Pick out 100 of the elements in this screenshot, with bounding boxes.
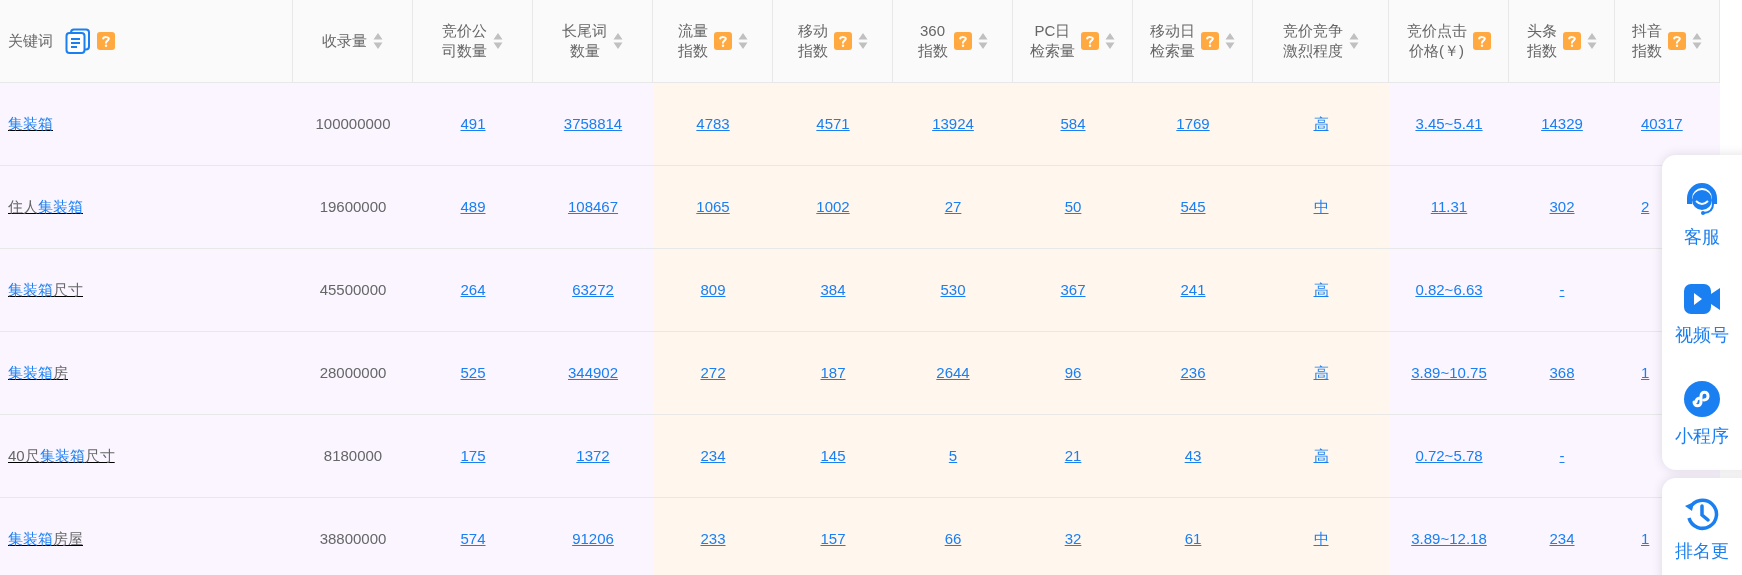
column-header[interactable]: PC日 检索量 [1013,0,1133,83]
column-header[interactable]: 竞价公 司数量 [413,0,533,83]
value-link[interactable]: 32 [1064,527,1082,551]
value-link[interactable]: 1769 [1176,112,1210,136]
value-link[interactable]: 525 [460,361,486,385]
help-icon[interactable] [1668,32,1686,50]
value-link[interactable]: - [1559,278,1565,302]
value-link[interactable]: 187 [820,361,846,385]
value-link[interactable]: 108467 [567,195,619,219]
value-link[interactable]: 1 [1641,527,1650,551]
column-header[interactable]: 关键词 [0,0,293,83]
value-link[interactable]: 中 [1313,527,1329,551]
value-link[interactable]: 1 [1641,361,1650,385]
value-link[interactable]: 545 [1180,195,1206,219]
side-panel-button[interactable]: 排名更 [1662,486,1742,573]
value-link[interactable]: 234 [700,444,726,468]
sort-icon[interactable] [613,32,623,50]
value-link[interactable]: 4571 [816,112,850,136]
value-link[interactable]: 61 [1184,527,1202,551]
value-link[interactable]: 272 [700,361,726,385]
value-link[interactable]: 3758814 [563,112,623,136]
value-link[interactable]: 530 [940,278,966,302]
value-link[interactable]: 14329 [1541,112,1583,136]
value-link[interactable]: 491 [460,112,486,136]
column-header[interactable]: 360 指数 [893,0,1013,83]
value-link[interactable]: 高 [1313,112,1329,136]
value-link[interactable]: 50 [1064,195,1082,219]
column-header[interactable]: 移动 指数 [773,0,893,83]
value-link[interactable]: 63272 [572,278,614,302]
help-icon[interactable] [1562,32,1581,50]
column-header[interactable]: 竞价点击 价格(￥) [1389,0,1509,83]
value-link[interactable]: 66 [944,527,962,551]
value-link[interactable]: 中 [1313,195,1329,219]
value-link[interactable]: 809 [700,278,726,302]
value-link[interactable]: 1002 [816,195,850,219]
help-icon[interactable] [833,32,852,50]
value-link[interactable]: 43 [1184,444,1202,468]
value-link[interactable]: 1372 [576,444,610,468]
sort-icon[interactable] [737,32,748,50]
help-icon[interactable] [1081,32,1099,50]
value-link[interactable]: 高 [1313,361,1329,385]
value-link[interactable]: 5 [948,444,958,468]
column-header[interactable]: 长尾词 数量 [533,0,653,83]
value-link[interactable]: 27 [944,195,962,219]
value-link[interactable]: 0.72~5.78 [1415,444,1483,468]
value-link[interactable]: 233 [700,527,726,551]
column-header[interactable]: 移动日 检索量 [1133,0,1253,83]
keyword-link[interactable]: 集装箱 [8,112,53,136]
value-link[interactable]: 236 [1180,361,1206,385]
help-icon[interactable] [97,32,115,50]
side-panel-button[interactable]: 客服 [1662,167,1742,259]
value-link[interactable]: 157 [820,527,846,551]
help-icon[interactable] [1201,32,1219,50]
value-link[interactable]: 264 [460,278,486,302]
value-link[interactable]: 2 [1641,195,1650,219]
sort-icon[interactable] [977,32,988,50]
sort-icon[interactable] [1105,32,1115,50]
keyword-link[interactable]: 40尺集装箱尺寸 [8,444,115,468]
value-link[interactable]: 2644 [936,361,970,385]
sort-icon[interactable] [857,32,868,50]
value-link[interactable]: 3.45~5.41 [1415,112,1483,136]
column-header[interactable]: 抖音 指数 [1615,0,1720,83]
value-link[interactable]: 13924 [932,112,974,136]
side-panel-button[interactable]: 小程序 [1662,370,1742,458]
value-link[interactable]: 11.31 [1430,195,1468,219]
value-link[interactable]: 145 [820,444,846,468]
column-header[interactable]: 竞价竞争 激烈程度 [1253,0,1389,83]
keyword-link[interactable]: 集装箱尺寸 [8,278,83,302]
sort-icon[interactable] [373,32,383,50]
help-icon[interactable] [713,32,732,50]
value-link[interactable]: 302 [1549,195,1575,219]
value-link[interactable]: 175 [460,444,486,468]
value-link[interactable]: 1065 [696,195,730,219]
value-link[interactable]: 234 [1549,527,1575,551]
value-link[interactable]: 489 [460,195,486,219]
value-link[interactable]: 241 [1180,278,1206,302]
keyword-link[interactable]: 住人集装箱 [8,195,83,219]
sort-icon[interactable] [1692,32,1702,50]
side-panel-button[interactable]: 视频号 [1662,272,1742,357]
help-icon[interactable] [953,32,972,50]
value-link[interactable]: - [1559,444,1565,468]
column-header[interactable]: 流量 指数 [653,0,773,83]
value-link[interactable]: 384 [820,278,846,302]
sort-icon[interactable] [493,32,503,50]
value-link[interactable]: 40317 [1641,112,1683,136]
column-header[interactable]: 收录量 [293,0,413,83]
value-link[interactable]: 3.89~10.75 [1411,361,1487,385]
value-link[interactable]: 0.82~6.63 [1415,278,1483,302]
value-link[interactable]: 584 [1060,112,1086,136]
value-link[interactable]: 344902 [567,361,619,385]
value-link[interactable]: 高 [1313,444,1329,468]
sort-icon[interactable] [1348,32,1359,50]
value-link[interactable]: 367 [1060,278,1086,302]
value-link[interactable]: 21 [1064,444,1082,468]
copy-icon[interactable] [65,28,91,54]
value-link[interactable]: 91206 [572,527,614,551]
column-header[interactable]: 头条 指数 [1509,0,1615,83]
keyword-link[interactable]: 集装箱房屋 [8,527,83,551]
value-link[interactable]: 高 [1313,278,1329,302]
value-link[interactable]: 96 [1064,361,1082,385]
